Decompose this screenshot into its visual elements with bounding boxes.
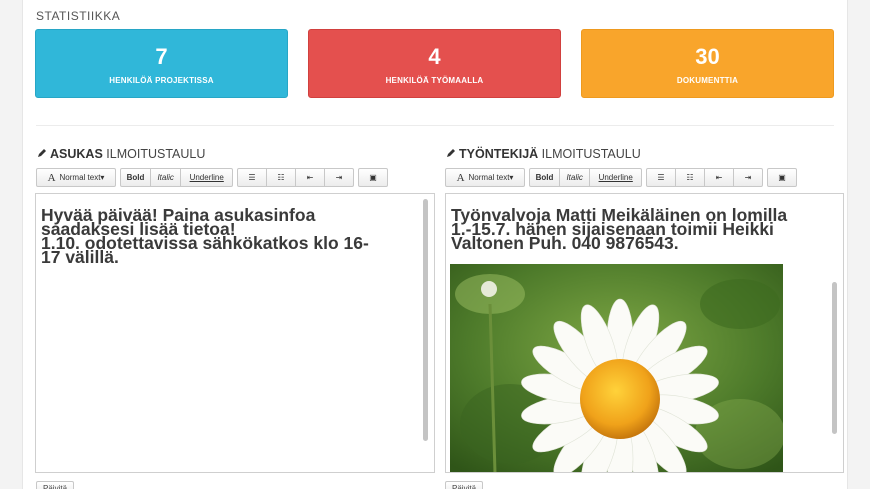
stat-label: DOKUMENTTIA — [676, 76, 739, 85]
stat-value: 30 — [695, 44, 720, 69]
caret-down-icon: ▾ — [100, 173, 105, 182]
italic-button[interactable]: Italic — [151, 169, 182, 186]
format-group: Bold Italic Underline — [120, 168, 233, 187]
stat-people-in-project[interactable]: 7 HENKILÖÄ PROJEKTISSA — [35, 29, 288, 98]
worker-board-content[interactable]: Työnvalvoja Matti Meikäläinen on lomilla… — [451, 206, 821, 252]
bold-button[interactable]: Bold — [530, 169, 560, 186]
text-style-label: Normal text — [468, 173, 510, 182]
text-style-group: A Normal text ▾ — [445, 168, 525, 187]
stat-documents[interactable]: 30 DOKUMENTTIA — [581, 29, 834, 98]
underline-button[interactable]: Underline — [590, 169, 641, 186]
format-group: Bold Italic Underline — [529, 168, 642, 187]
statistics-title: STATISTIIKKA — [36, 9, 121, 23]
image-group: ▣ — [767, 168, 797, 187]
board-title-light: ILMOITUSTAULU — [541, 147, 641, 161]
scrollbar[interactable] — [832, 282, 837, 434]
pencil-icon — [446, 147, 456, 161]
outdent-icon[interactable]: ⇤ — [296, 169, 325, 186]
worker-save-button[interactable]: Päivitä — [445, 481, 484, 489]
image-icon[interactable]: ▣ — [359, 169, 387, 186]
outdent-icon[interactable]: ⇤ — [705, 169, 734, 186]
stat-people-on-site[interactable]: 4 HENKILÖÄ TYÖMAALLA — [308, 29, 561, 98]
resident-board-editor[interactable]: Hyvää päivää! Paina asukasinfoa saadakse… — [35, 193, 435, 473]
text-style-dropdown[interactable]: A Normal text ▾ — [37, 169, 115, 186]
indent-icon[interactable]: ⇥ — [325, 169, 353, 186]
board-title-bold: TYÖNTEKIJÄ — [459, 147, 539, 161]
resident-board-title: ASUKAS ILMOITUSTAULU — [37, 147, 205, 161]
worker-board-title: TYÖNTEKIJÄ ILMOITUSTAULU — [446, 147, 641, 161]
daisy-photo[interactable] — [450, 264, 783, 472]
caret-down-icon: ▾ — [509, 173, 514, 182]
text-style-label: Normal text — [59, 173, 101, 182]
stat-label: HENKILÖÄ TYÖMAALLA — [385, 76, 484, 85]
pencil-icon — [37, 147, 47, 161]
resident-board-content[interactable]: Hyvää päivää! Paina asukasinfoa saadakse… — [41, 206, 411, 266]
font-icon: A — [456, 171, 465, 184]
stat-label: HENKILÖÄ PROJEKTISSA — [109, 76, 214, 85]
scrollbar[interactable] — [423, 199, 428, 441]
stat-value: 4 — [428, 44, 441, 69]
unordered-list-icon[interactable]: ☰ — [238, 169, 267, 186]
worker-board-editor[interactable]: Työnvalvoja Matti Meikäläinen on lomilla… — [445, 193, 844, 473]
bold-button[interactable]: Bold — [121, 169, 151, 186]
image-icon[interactable]: ▣ — [768, 169, 796, 186]
list-group: ☰ ☷ ⇤ ⇥ — [646, 168, 763, 187]
stat-value: 7 — [155, 44, 168, 69]
board-title-bold: ASUKAS — [50, 147, 103, 161]
font-icon: A — [47, 171, 56, 184]
board-title-light: ILMOITUSTAULU — [106, 147, 206, 161]
unordered-list-icon[interactable]: ☰ — [647, 169, 676, 186]
text-style-group: A Normal text ▾ — [36, 168, 116, 187]
divider — [36, 125, 834, 126]
indent-icon[interactable]: ⇥ — [734, 169, 762, 186]
ordered-list-icon[interactable]: ☷ — [267, 169, 296, 186]
list-group: ☰ ☷ ⇤ ⇥ — [237, 168, 354, 187]
italic-button[interactable]: Italic — [560, 169, 591, 186]
text-style-dropdown[interactable]: A Normal text ▾ — [446, 169, 524, 186]
image-group: ▣ — [358, 168, 388, 187]
ordered-list-icon[interactable]: ☷ — [676, 169, 705, 186]
underline-button[interactable]: Underline — [181, 169, 232, 186]
resident-save-button[interactable]: Päivitä — [36, 481, 75, 489]
